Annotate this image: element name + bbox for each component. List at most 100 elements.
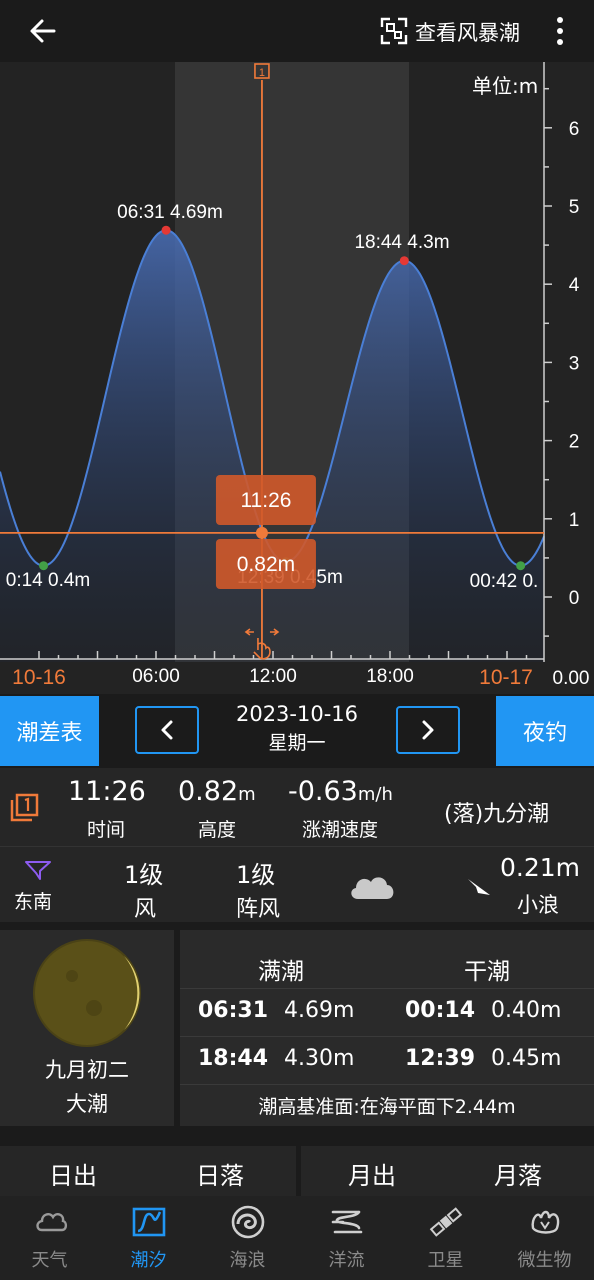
chevron-right-icon bbox=[422, 720, 434, 740]
current-height: 0.82m bbox=[178, 776, 256, 807]
moon-panel: 九月初二 大潮 bbox=[0, 930, 174, 1126]
wind-level: 1级 bbox=[124, 861, 164, 889]
low-tide-dot bbox=[516, 561, 526, 571]
cloud-icon bbox=[36, 1213, 68, 1232]
current-time: 11:26 bbox=[68, 776, 146, 807]
divider bbox=[180, 1084, 594, 1085]
wave-icon bbox=[231, 1205, 265, 1239]
tide-speed: -0.63m/h bbox=[288, 776, 393, 807]
top-bar: 查看风暴潮 bbox=[0, 0, 594, 62]
nav-microbe-label: 微生物 bbox=[517, 1250, 572, 1271]
date-nav-row: 潮差表 2023-10-16 星期一 夜钓 bbox=[0, 696, 594, 766]
high-tide-header: 满潮 bbox=[258, 959, 304, 985]
y-tick-label: 6 bbox=[569, 119, 580, 140]
tide-icon bbox=[132, 1207, 166, 1237]
low-tide-value-1: 0.40m bbox=[491, 998, 562, 1023]
moon-phase-icon bbox=[33, 939, 141, 1047]
speed-label: 涨潮速度 bbox=[302, 819, 379, 841]
y-tick-label: 5 bbox=[569, 197, 580, 218]
tide-table: 满潮 干潮 06:31 4.69m 00:14 0.40m 18:44 4.30… bbox=[180, 930, 594, 1126]
wave-direction-icon bbox=[468, 879, 490, 895]
marker-1-icon bbox=[10, 793, 39, 822]
nav-current-label: 洋流 bbox=[328, 1250, 365, 1271]
divider bbox=[180, 1036, 594, 1037]
low-tide-label: 00:42 0. bbox=[470, 571, 539, 592]
nav-wave-label: 海浪 bbox=[229, 1250, 266, 1271]
high-tide-value-1: 4.69m bbox=[284, 998, 355, 1023]
wind-direction-icon bbox=[25, 861, 51, 880]
y-tick-label: 1 bbox=[569, 510, 580, 531]
date-text: 2023-10-16 bbox=[235, 702, 359, 726]
cursor-point bbox=[255, 526, 268, 539]
corner-label: 0.00 bbox=[553, 668, 590, 689]
y-tick-label: 4 bbox=[569, 275, 580, 296]
nav-wave[interactable]: 海浪 bbox=[198, 1196, 297, 1280]
nav-weather[interactable]: 天气 bbox=[0, 1196, 99, 1280]
x-tick-label: 06:00 bbox=[132, 666, 180, 687]
low-tide-time-1: 00:14 bbox=[405, 998, 476, 1023]
gust-level: 1级 bbox=[236, 861, 276, 889]
nav-weather-label: 天气 bbox=[31, 1250, 68, 1271]
divider bbox=[296, 1146, 301, 1196]
moonrise-label: 月出 bbox=[348, 1162, 396, 1190]
high-tide-label: 18:44 4.3m bbox=[354, 232, 449, 253]
next-day-button[interactable] bbox=[396, 706, 460, 754]
tide-type: 大潮 bbox=[66, 1092, 108, 1116]
low-tide-header: 干潮 bbox=[464, 959, 510, 985]
night-fishing-button[interactable]: 夜钓 bbox=[496, 696, 594, 766]
height-label: 高度 bbox=[198, 819, 237, 841]
date-label: 10-16 bbox=[12, 666, 66, 689]
low-tide-dot bbox=[39, 561, 49, 571]
y-tick-label: 2 bbox=[569, 432, 580, 453]
date-label: 10-17 bbox=[479, 666, 533, 689]
tide-range-table-button[interactable]: 潮差表 bbox=[0, 696, 99, 766]
sun-moon-row: 日出 日落 月出 月落 bbox=[0, 1146, 594, 1196]
moonset-label: 月落 bbox=[494, 1162, 542, 1190]
storm-tide-icon[interactable] bbox=[380, 17, 408, 45]
prev-day-button[interactable] bbox=[135, 706, 199, 754]
low-tide-label: 0:14 0.4m bbox=[6, 570, 91, 591]
x-tick-label: 18:00 bbox=[366, 666, 414, 687]
chevron-left-icon bbox=[161, 720, 173, 740]
nav-tide-label: 潮汐 bbox=[130, 1250, 167, 1271]
high-tide-time-2: 18:44 bbox=[198, 1046, 269, 1071]
divider bbox=[180, 988, 594, 989]
nav-microbe[interactable]: 微生物 bbox=[495, 1196, 594, 1280]
weather-panel: 东南 1级 风 1级 阵风 0.21m 小浪 bbox=[0, 846, 594, 922]
unit-label: 单位:m bbox=[472, 74, 539, 98]
high-tide-time-1: 06:31 bbox=[198, 998, 269, 1023]
satellite-icon bbox=[429, 1207, 463, 1237]
wind-direction: 东南 bbox=[14, 891, 53, 913]
sunrise-label: 日出 bbox=[49, 1162, 97, 1190]
time-label: 时间 bbox=[87, 819, 126, 841]
nav-satellite-label: 卫星 bbox=[427, 1250, 464, 1271]
high-tide-label: 06:31 4.69m bbox=[117, 202, 223, 223]
nav-current[interactable]: 洋流 bbox=[297, 1196, 396, 1280]
y-tick-label: 0 bbox=[569, 588, 580, 609]
cursor-value-label: 0.82m bbox=[237, 553, 295, 576]
tide-chart[interactable]: 6 5 4 3 2 1 0 06:00 12:00 18:00 10-16 10-17 0.00 06:… bbox=[0, 62, 594, 694]
x-tick-label: 12:00 bbox=[249, 666, 297, 687]
low-tide-time-2: 12:39 bbox=[405, 1046, 476, 1071]
nav-satellite[interactable]: 卫星 bbox=[396, 1196, 495, 1280]
gust-label: 阵风 bbox=[236, 897, 281, 922]
wave-height: 0.21m bbox=[500, 853, 581, 882]
high-tide-dot bbox=[399, 256, 409, 266]
sunset-label: 日落 bbox=[196, 1162, 244, 1190]
cursor-time-label: 11:26 bbox=[240, 489, 291, 512]
nav-tide[interactable]: 潮汐 bbox=[99, 1196, 198, 1280]
tide-chart-svg[interactable]: 6 5 4 3 2 1 0 06:00 12:00 18:00 10-16 10-17 0.00 06:… bbox=[0, 62, 594, 694]
storm-tide-link[interactable]: 查看风暴潮 bbox=[415, 17, 520, 47]
night-fishing-label: 夜钓 bbox=[522, 721, 567, 746]
wave-label: 小浪 bbox=[517, 893, 559, 917]
low-tide-value-2: 0.45m bbox=[491, 1046, 562, 1071]
bottom-nav: 天气 潮汐 海浪 洋流 卫星 微生物 bbox=[0, 1196, 594, 1280]
date-display: 2023-10-16 星期一 bbox=[210, 700, 384, 758]
weekday-text: 星期一 bbox=[268, 732, 326, 754]
back-arrow-icon[interactable] bbox=[26, 14, 60, 48]
tide-phase: (落)九分潮 bbox=[444, 802, 550, 827]
more-vert-icon[interactable] bbox=[548, 14, 572, 48]
high-tide-value-2: 4.30m bbox=[284, 1046, 355, 1071]
wind-label: 风 bbox=[134, 897, 157, 922]
y-tick-label: 3 bbox=[569, 353, 580, 374]
